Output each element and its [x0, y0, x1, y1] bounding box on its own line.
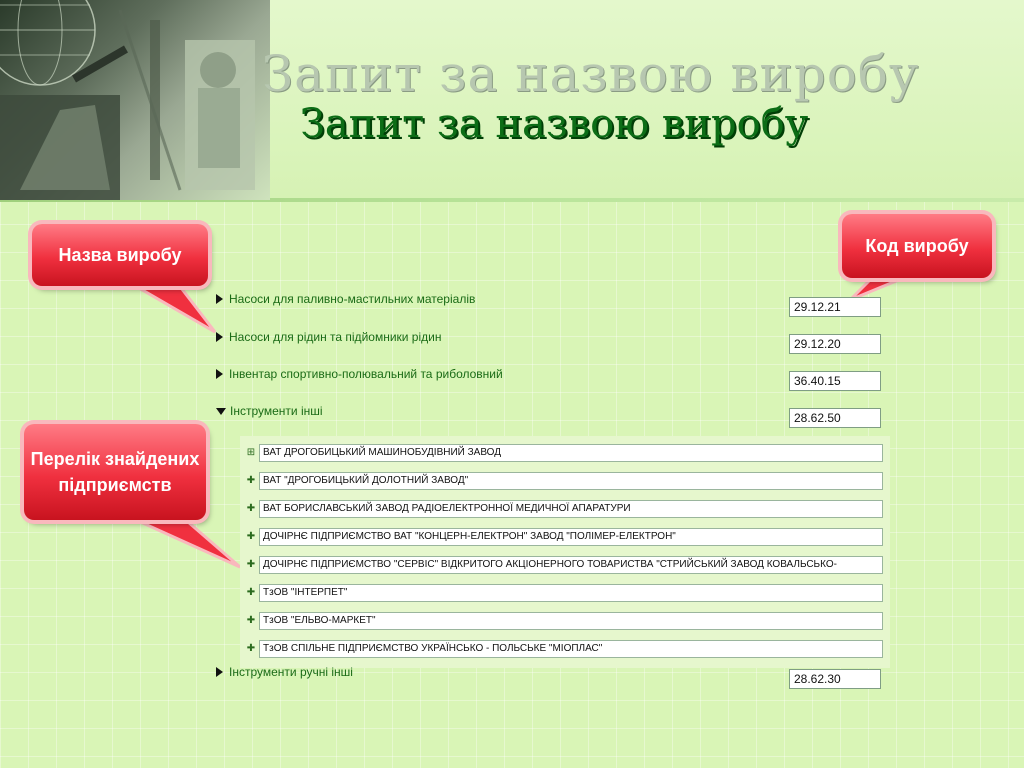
tree-node-fuel-pumps[interactable]: Насоси для паливно-мастильних матеріалів	[216, 292, 475, 306]
tree-node-hand-tools[interactable]: Інструменти ручні інші	[216, 665, 353, 679]
triangle-right-icon[interactable]	[216, 294, 223, 304]
enterprise-name[interactable]: ВАТ "ДРОГОБИЦЬКИЙ ДОЛОТНИЙ ЗАВОД"	[259, 472, 883, 490]
tree-node-liquid-pumps[interactable]: Насоси для рідин та підйомники рідин	[216, 330, 441, 344]
tree-node-other-tools[interactable]: Інструменти інші	[216, 404, 323, 418]
product-code-field[interactable]: 28.62.50	[789, 408, 881, 428]
header-photo-collage	[0, 0, 270, 200]
triangle-right-icon[interactable]	[216, 667, 223, 677]
product-code-field[interactable]: 28.62.30	[789, 669, 881, 689]
enterprise-name[interactable]: ВАТ БОРИСЛАВСЬКИЙ ЗАВОД РАДІОЕЛЕКТРОННОЇ…	[259, 500, 883, 518]
triangle-right-icon[interactable]	[216, 369, 223, 379]
enterprise-name[interactable]: ТзОВ СПІЛЬНЕ ПІДПРИЄМСТВО УКРАЇНСЬКО - П…	[259, 640, 883, 658]
callout-enterprise-list: Перелік знайдених підприємств	[24, 424, 206, 520]
enterprise-name[interactable]: ДОЧІРНЄ ПІДПРИЄМСТВО ВАТ "КОНЦЕРН-ЕЛЕКТР…	[259, 528, 883, 546]
plus-icon[interactable]: ✚	[246, 560, 256, 570]
enterprise-row[interactable]: ✚ ДОЧІРНЄ ПІДПРИЄМСТВО ВАТ "КОНЦЕРН-ЕЛЕК…	[246, 527, 883, 547]
plus-icon[interactable]: ✚	[246, 532, 256, 542]
callout-product-name: Назва виробу	[32, 224, 208, 286]
plus-icon[interactable]: ✚	[246, 476, 256, 486]
page-title: Запит за назвою виробу	[300, 101, 809, 147]
plus-icon[interactable]: ✚	[246, 644, 256, 654]
enterprise-name[interactable]: ТзОВ "ЕЛЬВО-МАРКЕТ"	[259, 612, 883, 630]
enterprise-row[interactable]: ✚ ВАТ "ДРОГОБИЦЬКИЙ ДОЛОТНИЙ ЗАВОД"	[246, 471, 883, 491]
page-title-shadow: Запит за назвою виробу	[262, 45, 920, 103]
enterprise-name[interactable]: ДОЧІРНЄ ПІДПРИЄМСТВО "СЕРВІС" ВІДКРИТОГО…	[259, 556, 883, 574]
product-code-field[interactable]: 29.12.20	[789, 334, 881, 354]
triangle-down-icon[interactable]	[216, 407, 226, 415]
tree-node-label[interactable]: Інвентар спортивно-полювальний та риболо…	[229, 367, 503, 381]
tree-node-label[interactable]: Насоси для рідин та підйомники рідин	[229, 330, 441, 344]
tree-node-label[interactable]: Насоси для паливно-мастильних матеріалів	[229, 292, 475, 306]
tree-node-label[interactable]: Інструменти інші	[230, 404, 323, 418]
plus-icon[interactable]: ⊞	[246, 448, 256, 458]
enterprise-row[interactable]: ✚ ВАТ БОРИСЛАВСЬКИЙ ЗАВОД РАДІОЕЛЕКТРОНН…	[246, 499, 883, 519]
enterprise-row[interactable]: ✚ ТзОВ СПІЛЬНЕ ПІДПРИЄМСТВО УКРАЇНСЬКО -…	[246, 639, 883, 659]
callout-product-code: Код виробу	[842, 214, 992, 278]
tree-node-label[interactable]: Інструменти ручні інші	[229, 665, 353, 679]
plus-icon[interactable]: ✚	[246, 588, 256, 598]
enterprise-row[interactable]: ✚ ДОЧІРНЄ ПІДПРИЄМСТВО "СЕРВІС" ВІДКРИТО…	[246, 555, 883, 575]
enterprise-name[interactable]: ТзОВ "ІНТЕРПЕТ"	[259, 584, 883, 602]
product-code-field[interactable]: 36.40.15	[789, 371, 881, 391]
plus-icon[interactable]: ✚	[246, 616, 256, 626]
enterprise-row[interactable]: ✚ ТзОВ "ЕЛЬВО-МАРКЕТ"	[246, 611, 883, 631]
product-code-field[interactable]: 29.12.21	[789, 297, 881, 317]
tree-node-sport-inventory[interactable]: Інвентар спортивно-полювальний та риболо…	[216, 367, 503, 381]
enterprise-row[interactable]: ✚ ТзОВ "ІНТЕРПЕТ"	[246, 583, 883, 603]
plus-icon[interactable]: ✚	[246, 504, 256, 514]
enterprise-row[interactable]: ⊞ ВАТ ДРОГОБИЦЬКИЙ МАШИНОБУДІВНИЙ ЗАВОД	[246, 443, 883, 463]
triangle-right-icon[interactable]	[216, 332, 223, 342]
enterprise-name[interactable]: ВАТ ДРОГОБИЦЬКИЙ МАШИНОБУДІВНИЙ ЗАВОД	[259, 444, 883, 462]
